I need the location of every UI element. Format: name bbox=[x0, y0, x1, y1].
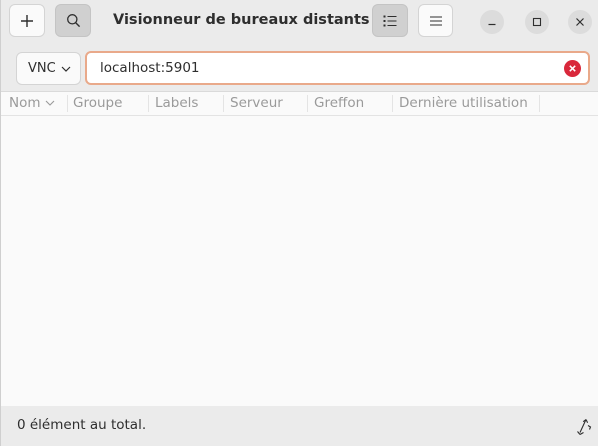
address-field[interactable] bbox=[85, 51, 590, 85]
search-toggle-button[interactable] bbox=[55, 4, 91, 37]
column-serveur[interactable]: Serveur bbox=[230, 95, 283, 111]
resize-grip-icon[interactable] bbox=[576, 418, 592, 436]
column-nom[interactable]: Nom bbox=[9, 95, 55, 111]
protocol-label: VNC bbox=[28, 61, 56, 76]
clear-icon[interactable] bbox=[564, 60, 581, 77]
protocol-dropdown[interactable]: VNC bbox=[16, 52, 81, 85]
minimize-icon bbox=[488, 23, 496, 26]
list-view-icon bbox=[383, 15, 397, 26]
hamburger-menu-icon bbox=[429, 15, 442, 26]
maximize-button[interactable] bbox=[525, 10, 549, 34]
status-text: 0 élément au total. bbox=[17, 417, 147, 433]
column-header: Nom Groupe Labels Serveur Greffon Derniè… bbox=[1, 92, 598, 116]
close-button[interactable] bbox=[568, 10, 592, 34]
connection-bar: VNC bbox=[1, 44, 598, 92]
search-icon bbox=[66, 14, 80, 28]
column-groupe[interactable]: Groupe bbox=[73, 95, 122, 111]
app-window: Visionneur de bureaux distants ... VNC l… bbox=[0, 0, 598, 446]
main-menu-button[interactable] bbox=[418, 4, 453, 37]
column-separator bbox=[539, 95, 540, 112]
plus-icon bbox=[21, 14, 33, 27]
window-title: Visionneur de bureaux distants ... bbox=[113, 12, 392, 28]
column-derniere-label: Dernière utilisation bbox=[399, 95, 528, 111]
column-separator bbox=[223, 95, 224, 112]
minimize-button[interactable] bbox=[480, 10, 504, 34]
column-nom-label: Nom bbox=[9, 95, 41, 111]
sort-chevron-down-icon bbox=[45, 100, 54, 106]
column-groupe-label: Groupe bbox=[73, 95, 123, 111]
column-serveur-label: Serveur bbox=[230, 95, 283, 111]
connection-list[interactable] bbox=[1, 117, 598, 406]
column-separator bbox=[67, 95, 68, 112]
column-greffon-label: Greffon bbox=[314, 95, 365, 111]
column-derniere-utilisation[interactable]: Dernière utilisation bbox=[399, 95, 528, 111]
close-icon bbox=[576, 18, 584, 26]
maximize-icon bbox=[532, 17, 542, 27]
column-separator bbox=[307, 95, 308, 112]
column-separator bbox=[392, 95, 393, 112]
list-view-button[interactable] bbox=[372, 4, 408, 37]
address-input[interactable] bbox=[100, 60, 540, 76]
chevron-down-icon bbox=[61, 66, 71, 72]
status-bar: 0 élément au total. bbox=[1, 406, 598, 446]
column-labels[interactable]: Labels bbox=[155, 95, 198, 111]
add-connection-button[interactable] bbox=[9, 4, 45, 37]
column-labels-label: Labels bbox=[155, 95, 199, 111]
column-separator bbox=[148, 95, 149, 112]
header-bar: Visionneur de bureaux distants ... bbox=[1, 0, 598, 44]
column-greffon[interactable]: Greffon bbox=[314, 95, 364, 111]
